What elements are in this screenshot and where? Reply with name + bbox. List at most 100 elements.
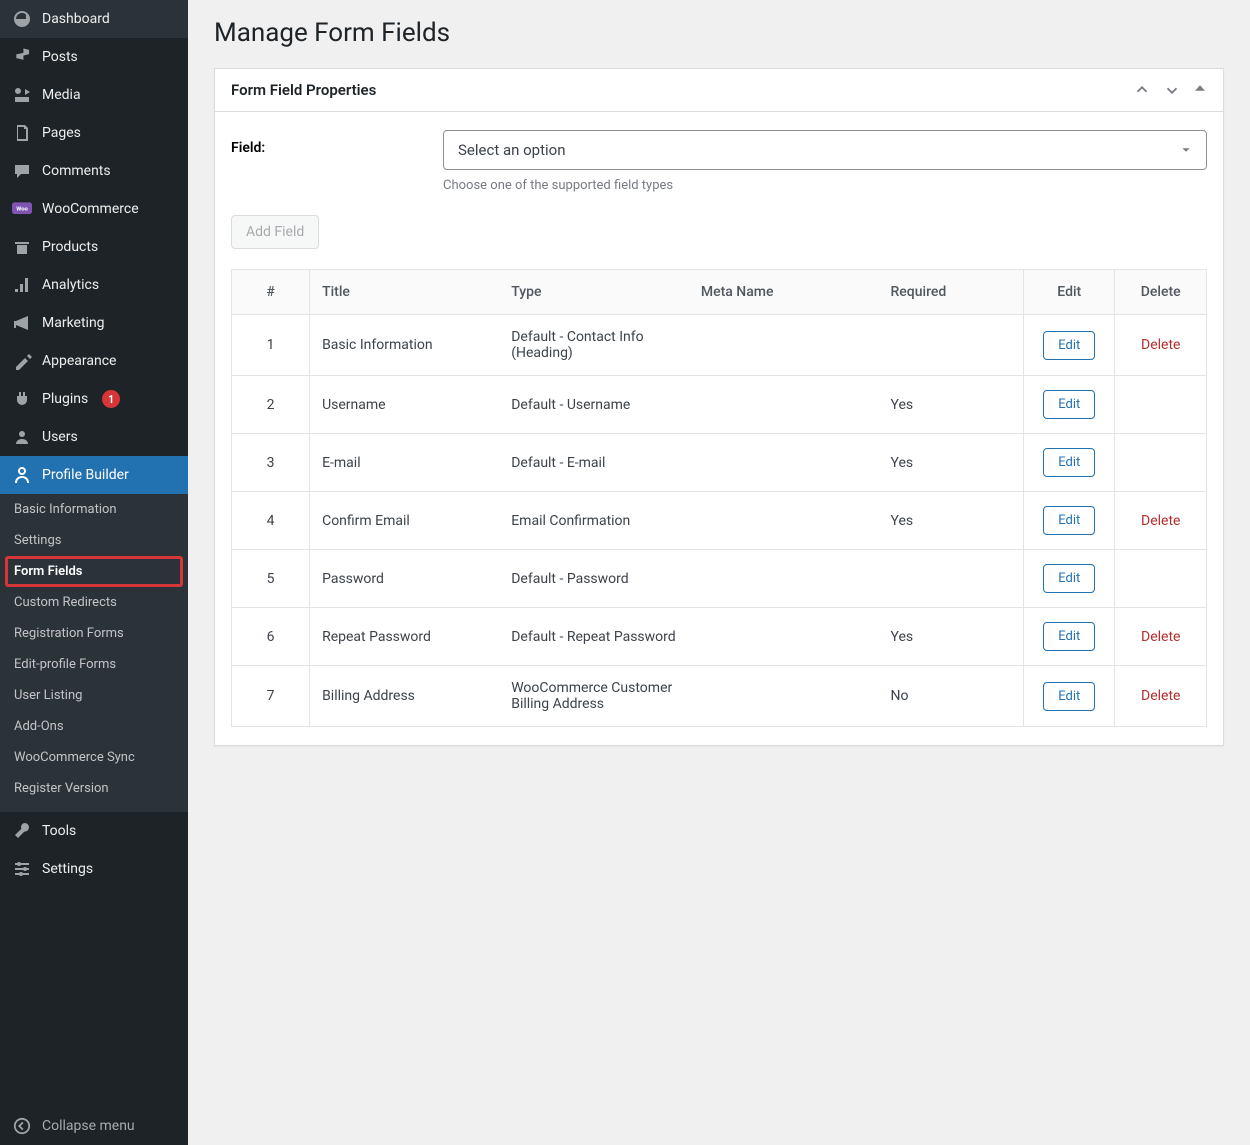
delete-link[interactable]: Delete (1141, 688, 1180, 704)
panel-up-icon[interactable] (1133, 81, 1151, 99)
panel-title: Form Field Properties (231, 81, 376, 99)
panel-toggle-icon[interactable] (1193, 81, 1207, 99)
th-required: Required (879, 270, 1024, 315)
table-row: 6Repeat PasswordDefault - Repeat Passwor… (232, 608, 1207, 666)
edit-button[interactable]: Edit (1043, 564, 1095, 593)
edit-button[interactable]: Edit (1043, 448, 1095, 477)
cell-type: Default - Contact Info (Heading) (499, 315, 689, 376)
edit-button[interactable]: Edit (1043, 331, 1095, 360)
sidebar-item-marketing[interactable]: Marketing (0, 304, 188, 342)
table-row: 1Basic InformationDefault - Contact Info… (232, 315, 1207, 376)
cell-number: 5 (232, 550, 310, 608)
cell-title: Billing Address (310, 666, 500, 727)
collapse-label: Collapse menu (42, 1118, 135, 1134)
svg-text:Woo: Woo (16, 207, 28, 213)
panel-down-icon[interactable] (1163, 81, 1181, 99)
sidebar: Dashboard Posts MediaPagesComments Woo WooCo… (0, 0, 188, 1145)
submenu-item-edit-profile-forms[interactable]: Edit-profile Forms (0, 649, 188, 680)
cell-required (879, 550, 1024, 608)
sidebar-item-label: Plugins (42, 391, 88, 407)
sidebar-item-settings[interactable]: Settings (0, 850, 188, 888)
marketing-icon (12, 313, 32, 333)
cell-title: E-mail (310, 434, 500, 492)
plugins-icon (12, 389, 32, 409)
cell-required: Yes (879, 492, 1024, 550)
sidebar-item-plugins[interactable]: Plugins1 (0, 380, 188, 418)
delete-link[interactable]: Delete (1141, 629, 1180, 645)
submenu-item-add-ons[interactable]: Add-Ons (0, 711, 188, 742)
panel-body: Field: Select an option Choose one of th… (215, 112, 1223, 745)
panel-form-field-properties: Form Field Properties Field: Select an o… (214, 68, 1224, 746)
cell-meta (689, 608, 879, 666)
add-field-button[interactable]: Add Field (231, 215, 319, 249)
fields-table: # Title Type Meta Name Required Edit Del… (231, 269, 1207, 727)
table-row: 3E-mailDefault - E-mailYesEdit (232, 434, 1207, 492)
cell-type: Default - Username (499, 376, 689, 434)
select-value: Select an option (458, 141, 565, 159)
media-icon (12, 85, 32, 105)
cell-number: 2 (232, 376, 310, 434)
sidebar-item-label: Posts (42, 49, 78, 65)
table-row: 7Billing AddressWooCommerce Customer Bil… (232, 666, 1207, 727)
cell-meta (689, 434, 879, 492)
th-meta: Meta Name (689, 270, 879, 315)
submenu-item-register-version[interactable]: Register Version (0, 773, 188, 804)
sidebar-item-media[interactable]: Media (0, 76, 188, 114)
field-type-select[interactable]: Select an option (443, 130, 1207, 170)
sidebar-item-comments[interactable]: Comments (0, 152, 188, 190)
sidebar-item-analytics[interactable]: Analytics (0, 266, 188, 304)
sidebar-item-products[interactable]: Products (0, 228, 188, 266)
cell-title: Repeat Password (310, 608, 500, 666)
submenu-item-user-listing[interactable]: User Listing (0, 680, 188, 711)
sidebar-item-dashboard[interactable]: Dashboard (0, 0, 188, 38)
sidebar-item-label: WooCommerce (42, 201, 139, 217)
sidebar-item-profile-builder[interactable]: Profile Builder (0, 456, 188, 494)
th-title: Title (310, 270, 500, 315)
cell-meta (689, 550, 879, 608)
cell-number: 1 (232, 315, 310, 376)
tools-icon (12, 821, 32, 841)
sidebar-item-tools[interactable]: Tools (0, 812, 188, 850)
cell-type: Default - Repeat Password (499, 608, 689, 666)
chevron-down-icon (1180, 144, 1192, 156)
submenu-item-woocommerce-sync[interactable]: WooCommerce Sync (0, 742, 188, 773)
th-delete: Delete (1115, 270, 1207, 315)
submenu-item-form-fields[interactable]: Form Fields (5, 556, 183, 587)
delete-link[interactable]: Delete (1141, 337, 1180, 353)
cell-meta (689, 492, 879, 550)
cell-title: Confirm Email (310, 492, 500, 550)
sidebar-item-users[interactable]: Users (0, 418, 188, 456)
field-help-text: Choose one of the supported field types (443, 178, 1207, 193)
edit-button[interactable]: Edit (1043, 390, 1095, 419)
th-edit: Edit (1024, 270, 1115, 315)
cell-required: Yes (879, 434, 1024, 492)
cell-type: Email Confirmation (499, 492, 689, 550)
submenu-item-settings[interactable]: Settings (0, 525, 188, 556)
sidebar-item-label: Users (42, 429, 78, 445)
users-icon (12, 427, 32, 447)
sidebar-item-woocommerce[interactable]: Woo WooCommerce (0, 190, 188, 228)
pages-icon (12, 123, 32, 143)
sidebar-item-posts[interactable]: Posts (0, 38, 188, 76)
sidebar-item-label: Tools (42, 823, 76, 839)
sidebar-item-label: Marketing (42, 315, 105, 331)
cell-number: 7 (232, 666, 310, 727)
collapse-menu[interactable]: Collapse menu (0, 1107, 188, 1145)
cell-type: Default - Password (499, 550, 689, 608)
edit-button[interactable]: Edit (1043, 682, 1095, 711)
edit-button[interactable]: Edit (1043, 506, 1095, 535)
delete-link[interactable]: Delete (1141, 513, 1180, 529)
sidebar-item-pages[interactable]: Pages (0, 114, 188, 152)
dashboard-icon (12, 9, 32, 29)
table-row: 4Confirm EmailEmail ConfirmationYesEditD… (232, 492, 1207, 550)
cell-title: Password (310, 550, 500, 608)
main-content: Manage Form Fields Form Field Properties… (188, 0, 1250, 1145)
submenu-item-custom-redirects[interactable]: Custom Redirects (0, 587, 188, 618)
submenu-item-registration-forms[interactable]: Registration Forms (0, 618, 188, 649)
edit-button[interactable]: Edit (1043, 622, 1095, 651)
sidebar-item-appearance[interactable]: Appearance (0, 342, 188, 380)
profile-icon (12, 465, 32, 485)
page-title: Manage Form Fields (214, 18, 1224, 48)
cell-meta (689, 376, 879, 434)
submenu-item-basic-information[interactable]: Basic Information (0, 494, 188, 525)
